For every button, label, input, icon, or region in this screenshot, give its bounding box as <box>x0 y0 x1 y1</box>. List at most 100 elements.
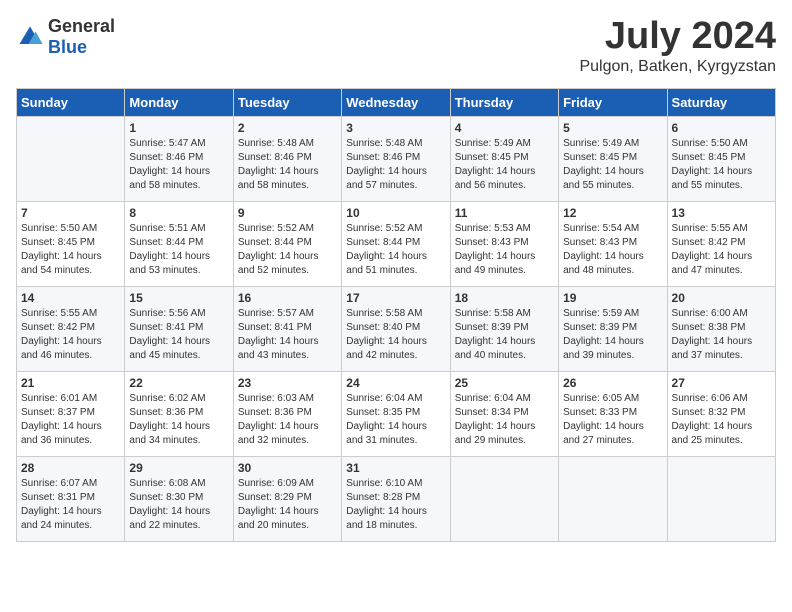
day-number: 7 <box>21 206 120 220</box>
day-info: Sunrise: 5:56 AMSunset: 8:41 PMDaylight:… <box>129 307 228 363</box>
calendar-cell: 3 Sunrise: 5:48 AMSunset: 8:46 PMDayligh… <box>342 116 450 201</box>
calendar-cell: 1 Sunrise: 5:47 AMSunset: 8:46 PMDayligh… <box>125 116 233 201</box>
calendar-week-row: 28 Sunrise: 6:07 AMSunset: 8:31 PMDaylig… <box>17 456 776 541</box>
calendar-cell: 20 Sunrise: 6:00 AMSunset: 8:38 PMDaylig… <box>667 286 775 371</box>
calendar-cell: 31 Sunrise: 6:10 AMSunset: 8:28 PMDaylig… <box>342 456 450 541</box>
day-number: 29 <box>129 461 228 475</box>
calendar-week-row: 14 Sunrise: 5:55 AMSunset: 8:42 PMDaylig… <box>17 286 776 371</box>
day-number: 22 <box>129 376 228 390</box>
day-info: Sunrise: 5:51 AMSunset: 8:44 PMDaylight:… <box>129 222 228 278</box>
day-info: Sunrise: 5:48 AMSunset: 8:46 PMDaylight:… <box>346 137 445 193</box>
day-info: Sunrise: 5:58 AMSunset: 8:40 PMDaylight:… <box>346 307 445 363</box>
calendar-cell <box>450 456 558 541</box>
day-number: 12 <box>563 206 662 220</box>
day-number: 4 <box>455 121 554 135</box>
calendar-cell: 26 Sunrise: 6:05 AMSunset: 8:33 PMDaylig… <box>559 371 667 456</box>
calendar-cell: 18 Sunrise: 5:58 AMSunset: 8:39 PMDaylig… <box>450 286 558 371</box>
day-info: Sunrise: 5:49 AMSunset: 8:45 PMDaylight:… <box>563 137 662 193</box>
day-info: Sunrise: 6:04 AMSunset: 8:35 PMDaylight:… <box>346 392 445 448</box>
day-info: Sunrise: 6:10 AMSunset: 8:28 PMDaylight:… <box>346 477 445 533</box>
calendar-cell: 30 Sunrise: 6:09 AMSunset: 8:29 PMDaylig… <box>233 456 341 541</box>
header-monday: Monday <box>125 88 233 116</box>
day-info: Sunrise: 6:00 AMSunset: 8:38 PMDaylight:… <box>672 307 771 363</box>
day-number: 28 <box>21 461 120 475</box>
day-info: Sunrise: 6:09 AMSunset: 8:29 PMDaylight:… <box>238 477 337 533</box>
logo-text-blue: Blue <box>48 37 87 57</box>
day-info: Sunrise: 5:47 AMSunset: 8:46 PMDaylight:… <box>129 137 228 193</box>
day-number: 9 <box>238 206 337 220</box>
day-info: Sunrise: 5:52 AMSunset: 8:44 PMDaylight:… <box>238 222 337 278</box>
page-header: General Blue July 2024 Pulgon, Batken, K… <box>16 16 776 76</box>
calendar-cell: 25 Sunrise: 6:04 AMSunset: 8:34 PMDaylig… <box>450 371 558 456</box>
day-info: Sunrise: 5:59 AMSunset: 8:39 PMDaylight:… <box>563 307 662 363</box>
calendar-cell: 5 Sunrise: 5:49 AMSunset: 8:45 PMDayligh… <box>559 116 667 201</box>
calendar-cell: 19 Sunrise: 5:59 AMSunset: 8:39 PMDaylig… <box>559 286 667 371</box>
day-number: 17 <box>346 291 445 305</box>
calendar-cell: 22 Sunrise: 6:02 AMSunset: 8:36 PMDaylig… <box>125 371 233 456</box>
day-number: 20 <box>672 291 771 305</box>
day-info: Sunrise: 5:48 AMSunset: 8:46 PMDaylight:… <box>238 137 337 193</box>
logo: General Blue <box>16 16 115 58</box>
day-info: Sunrise: 5:57 AMSunset: 8:41 PMDaylight:… <box>238 307 337 363</box>
day-number: 19 <box>563 291 662 305</box>
header-friday: Friday <box>559 88 667 116</box>
location-title: Pulgon, Batken, Kyrgyzstan <box>579 58 776 76</box>
calendar-cell: 13 Sunrise: 5:55 AMSunset: 8:42 PMDaylig… <box>667 201 775 286</box>
header-saturday: Saturday <box>667 88 775 116</box>
logo-text-general: General <box>48 16 115 36</box>
calendar-cell: 9 Sunrise: 5:52 AMSunset: 8:44 PMDayligh… <box>233 201 341 286</box>
calendar-cell: 11 Sunrise: 5:53 AMSunset: 8:43 PMDaylig… <box>450 201 558 286</box>
day-number: 5 <box>563 121 662 135</box>
day-number: 16 <box>238 291 337 305</box>
calendar-cell: 21 Sunrise: 6:01 AMSunset: 8:37 PMDaylig… <box>17 371 125 456</box>
day-number: 2 <box>238 121 337 135</box>
day-number: 30 <box>238 461 337 475</box>
calendar-cell: 12 Sunrise: 5:54 AMSunset: 8:43 PMDaylig… <box>559 201 667 286</box>
day-number: 23 <box>238 376 337 390</box>
calendar-cell <box>559 456 667 541</box>
day-info: Sunrise: 5:54 AMSunset: 8:43 PMDaylight:… <box>563 222 662 278</box>
logo-icon <box>16 23 44 51</box>
day-number: 1 <box>129 121 228 135</box>
month-title: July 2024 <box>579 16 776 58</box>
calendar-cell: 17 Sunrise: 5:58 AMSunset: 8:40 PMDaylig… <box>342 286 450 371</box>
day-number: 26 <box>563 376 662 390</box>
day-number: 18 <box>455 291 554 305</box>
title-area: July 2024 Pulgon, Batken, Kyrgyzstan <box>579 16 776 76</box>
day-info: Sunrise: 5:55 AMSunset: 8:42 PMDaylight:… <box>672 222 771 278</box>
calendar-cell: 6 Sunrise: 5:50 AMSunset: 8:45 PMDayligh… <box>667 116 775 201</box>
day-number: 3 <box>346 121 445 135</box>
calendar-cell: 27 Sunrise: 6:06 AMSunset: 8:32 PMDaylig… <box>667 371 775 456</box>
day-info: Sunrise: 6:01 AMSunset: 8:37 PMDaylight:… <box>21 392 120 448</box>
day-info: Sunrise: 6:07 AMSunset: 8:31 PMDaylight:… <box>21 477 120 533</box>
day-number: 21 <box>21 376 120 390</box>
header-sunday: Sunday <box>17 88 125 116</box>
header-wednesday: Wednesday <box>342 88 450 116</box>
day-number: 15 <box>129 291 228 305</box>
day-info: Sunrise: 6:05 AMSunset: 8:33 PMDaylight:… <box>563 392 662 448</box>
day-info: Sunrise: 5:55 AMSunset: 8:42 PMDaylight:… <box>21 307 120 363</box>
day-number: 27 <box>672 376 771 390</box>
day-info: Sunrise: 5:50 AMSunset: 8:45 PMDaylight:… <box>672 137 771 193</box>
day-number: 25 <box>455 376 554 390</box>
day-info: Sunrise: 6:03 AMSunset: 8:36 PMDaylight:… <box>238 392 337 448</box>
calendar-header-row: SundayMondayTuesdayWednesdayThursdayFrid… <box>17 88 776 116</box>
day-number: 11 <box>455 206 554 220</box>
day-info: Sunrise: 6:06 AMSunset: 8:32 PMDaylight:… <box>672 392 771 448</box>
calendar-cell: 29 Sunrise: 6:08 AMSunset: 8:30 PMDaylig… <box>125 456 233 541</box>
day-info: Sunrise: 6:04 AMSunset: 8:34 PMDaylight:… <box>455 392 554 448</box>
calendar-cell: 16 Sunrise: 5:57 AMSunset: 8:41 PMDaylig… <box>233 286 341 371</box>
day-number: 24 <box>346 376 445 390</box>
header-thursday: Thursday <box>450 88 558 116</box>
day-number: 6 <box>672 121 771 135</box>
day-number: 10 <box>346 206 445 220</box>
day-number: 8 <box>129 206 228 220</box>
day-info: Sunrise: 6:08 AMSunset: 8:30 PMDaylight:… <box>129 477 228 533</box>
calendar-cell: 23 Sunrise: 6:03 AMSunset: 8:36 PMDaylig… <box>233 371 341 456</box>
calendar-cell: 15 Sunrise: 5:56 AMSunset: 8:41 PMDaylig… <box>125 286 233 371</box>
calendar-cell: 4 Sunrise: 5:49 AMSunset: 8:45 PMDayligh… <box>450 116 558 201</box>
day-info: Sunrise: 5:50 AMSunset: 8:45 PMDaylight:… <box>21 222 120 278</box>
calendar-cell <box>667 456 775 541</box>
calendar-cell: 2 Sunrise: 5:48 AMSunset: 8:46 PMDayligh… <box>233 116 341 201</box>
day-number: 31 <box>346 461 445 475</box>
